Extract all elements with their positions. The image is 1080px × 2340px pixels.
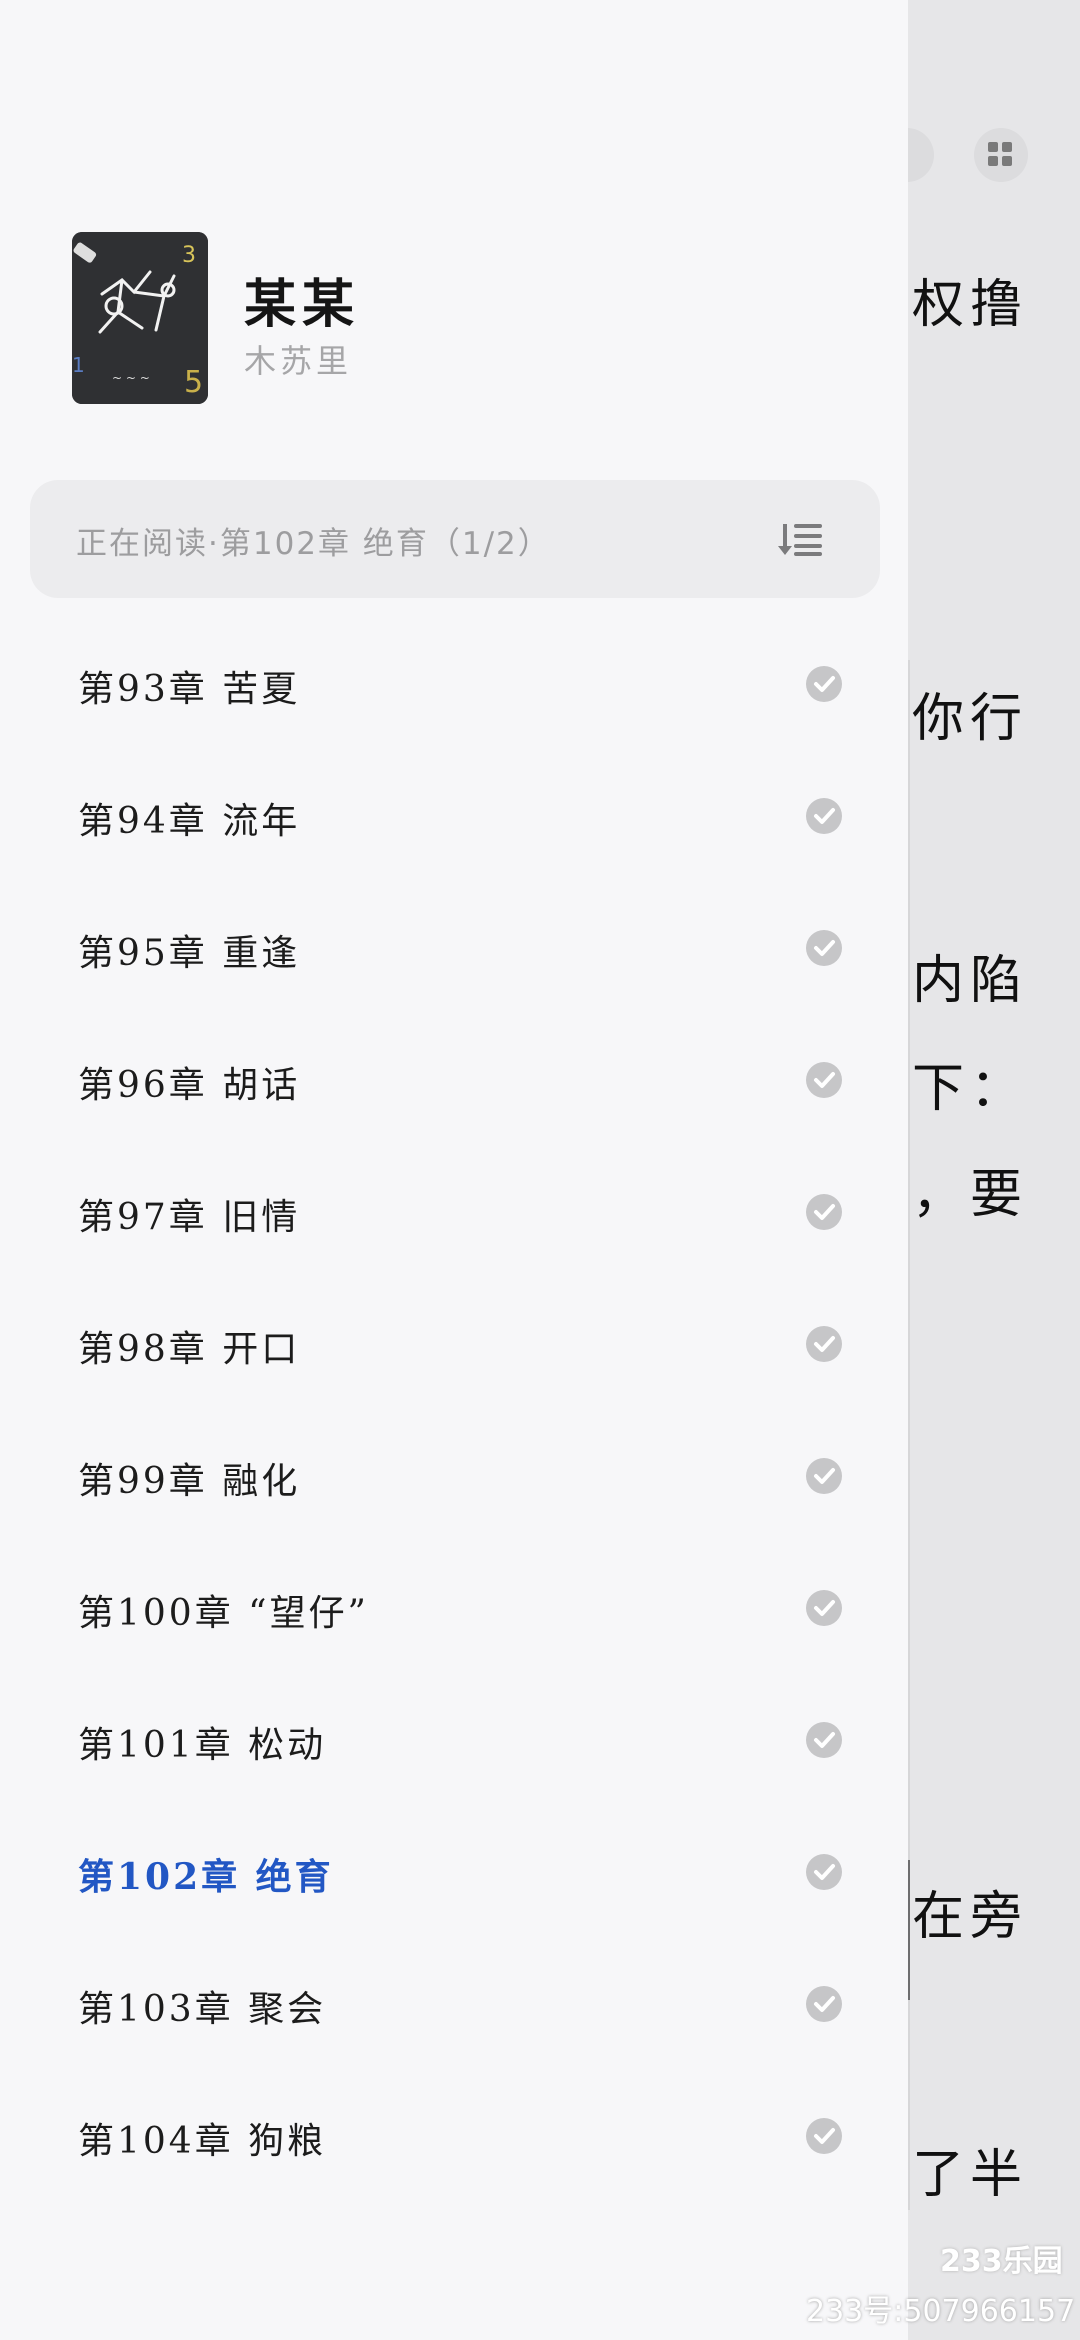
svg-text:5: 5 xyxy=(184,365,203,400)
book-title: 某某 xyxy=(244,274,361,335)
chapter-label: 第98章 开口 xyxy=(78,1329,301,1370)
chapter-label: 第94章 流年 xyxy=(78,801,301,842)
reader-text-line: ，要 xyxy=(912,1165,1029,1225)
watermark-logo: 233乐园 xyxy=(940,2244,1063,2279)
chapter-drawer: 3 5 1 ~ ~ ~ 某某 木苏里 正在阅读·第102章 绝育（1/2） 第9… xyxy=(0,0,908,2340)
check-circle-icon xyxy=(806,1326,842,1362)
chapter-item[interactable]: 第96章 胡话 xyxy=(0,1016,908,1148)
chapter-item[interactable]: 第99章 融化 xyxy=(0,1412,908,1544)
chapter-item-current[interactable]: 第102章 绝育 xyxy=(0,1808,908,1940)
check-circle-icon xyxy=(806,666,842,702)
check-circle-icon xyxy=(806,1062,842,1098)
current-reading-bar[interactable]: 正在阅读·第102章 绝育（1/2） xyxy=(30,480,880,598)
svg-text:1: 1 xyxy=(72,353,85,377)
book-header[interactable]: 3 5 1 ~ ~ ~ 某某 木苏里 xyxy=(72,232,872,404)
grid-icon[interactable] xyxy=(974,128,1028,182)
chapter-label: 第93章 苦夏 xyxy=(78,669,301,710)
svg-text:3: 3 xyxy=(182,243,196,268)
book-author: 木苏里 xyxy=(244,342,353,380)
reader-text-line: 你行 xyxy=(912,689,1029,749)
chapter-item[interactable]: 第95章 重逢 xyxy=(0,884,908,1016)
chapter-label: 第97章 旧情 xyxy=(78,1197,301,1238)
reader-text-line: 下： xyxy=(912,1059,1029,1119)
chapter-item[interactable]: 第97章 旧情 xyxy=(0,1148,908,1280)
check-circle-icon xyxy=(806,798,842,834)
reader-text-line: 内陷 xyxy=(912,951,1029,1011)
book-cover: 3 5 1 ~ ~ ~ xyxy=(72,232,208,404)
chapter-list: 第93章 苦夏 第94章 流年 第95章 重逢 第96章 胡话 第97章 旧情 … xyxy=(0,620,908,2204)
sort-list-icon[interactable] xyxy=(778,522,824,556)
reader-text-line: 权撸 xyxy=(912,275,1029,335)
chapter-label: 第100章 “望仔” xyxy=(78,1593,369,1634)
chapter-item[interactable]: 第103章 聚会 xyxy=(0,1940,908,2072)
chapter-label: 第103章 聚会 xyxy=(78,1989,327,2030)
reader-text-line: 了半 xyxy=(912,2145,1029,2205)
check-circle-icon xyxy=(806,1986,842,2022)
chapter-item[interactable]: 第94章 流年 xyxy=(0,752,908,884)
chapter-label: 第99章 融化 xyxy=(78,1461,301,1502)
reader-text-line: 在旁 xyxy=(912,1887,1029,1947)
chapter-label: 第102章 绝育 xyxy=(78,1856,334,1898)
current-reading-text: 正在阅读·第102章 绝育（1/2） xyxy=(76,526,551,562)
check-circle-icon xyxy=(806,1458,842,1494)
chapter-item[interactable]: 第100章 “望仔” xyxy=(0,1544,908,1676)
chapter-label: 第104章 狗粮 xyxy=(78,2121,327,2162)
chapter-label: 第96章 胡话 xyxy=(78,1065,301,1106)
check-circle-icon xyxy=(806,930,842,966)
chapter-label: 第101章 松动 xyxy=(78,1725,327,1766)
chapter-item[interactable]: 第98章 开口 xyxy=(0,1280,908,1412)
chapter-item[interactable]: 第93章 苦夏 xyxy=(0,620,908,752)
check-circle-icon xyxy=(806,1590,842,1626)
chapter-item[interactable]: 第104章 狗粮 xyxy=(0,2072,908,2204)
chapter-item[interactable]: 第101章 松动 xyxy=(0,1676,908,1808)
svg-text:~ ~ ~: ~ ~ ~ xyxy=(112,371,150,385)
check-circle-icon xyxy=(806,1722,842,1758)
chapter-label: 第95章 重逢 xyxy=(78,933,301,974)
watermark-id: 233号:507966157 xyxy=(806,2294,1076,2329)
check-circle-icon xyxy=(806,1194,842,1230)
check-circle-icon xyxy=(806,1854,842,1890)
check-circle-icon xyxy=(806,2118,842,2154)
